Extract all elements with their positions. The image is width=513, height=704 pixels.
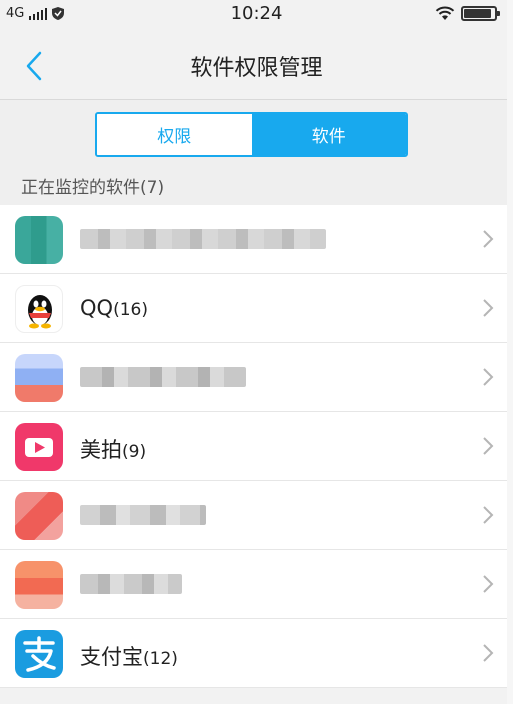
tab-apps[interactable]: 软件 xyxy=(251,114,406,155)
page-title: 软件权限管理 xyxy=(190,56,323,81)
list-item[interactable] xyxy=(0,205,507,274)
app-icon-redacted xyxy=(15,492,63,540)
redacted-app-name xyxy=(80,367,246,387)
back-button[interactable] xyxy=(14,46,54,86)
chevron-right-icon xyxy=(483,299,494,317)
redacted-app-name xyxy=(80,574,182,594)
bottom-area xyxy=(0,688,513,704)
list-item[interactable]: 支付宝(12) xyxy=(0,619,507,688)
app-name: QQ xyxy=(80,296,114,320)
battery-level xyxy=(464,9,491,18)
qq-penguin-icon xyxy=(15,285,63,333)
chevron-right-icon xyxy=(483,368,494,386)
nav-bar: 软件权限管理 xyxy=(0,30,513,100)
section-header: 正在监控的软件(7) xyxy=(21,178,165,198)
scrollbar-track xyxy=(507,0,513,704)
app-icon-redacted xyxy=(15,561,63,609)
chevron-right-icon xyxy=(483,575,494,593)
app-icon-redacted xyxy=(15,354,63,402)
alipay-icon xyxy=(15,630,63,678)
shield-icon xyxy=(52,7,65,20)
redacted-app-name xyxy=(80,505,206,525)
chevron-right-icon xyxy=(483,644,494,662)
list-item[interactable]: QQ(16) xyxy=(0,274,507,343)
chevron-right-icon xyxy=(483,506,494,524)
tab-permissions[interactable]: 权限 xyxy=(97,114,252,155)
network-type: 4G xyxy=(6,6,25,21)
app-icon-redacted xyxy=(15,216,63,264)
app-name: 美拍 xyxy=(80,438,122,462)
redacted-app-name xyxy=(80,229,326,249)
app-list: QQ(16) 美拍(9) 支付宝(12) xyxy=(0,205,507,688)
signal-icon xyxy=(29,7,48,20)
list-item[interactable] xyxy=(0,481,507,550)
chevron-left-icon xyxy=(26,51,42,81)
app-name: 支付宝 xyxy=(80,645,143,669)
meipai-play-icon xyxy=(15,423,63,471)
list-item[interactable]: 美拍(9) xyxy=(0,412,507,481)
permission-count: (16) xyxy=(113,300,148,320)
permission-count: (9) xyxy=(122,442,147,462)
list-item[interactable] xyxy=(0,343,507,412)
status-bar: 4G 10:24 xyxy=(0,0,513,30)
permission-count: (12) xyxy=(143,649,178,669)
chevron-right-icon xyxy=(483,230,494,248)
segmented-control: 权限 软件 xyxy=(95,112,408,157)
wifi-icon xyxy=(435,6,455,20)
chevron-right-icon xyxy=(483,437,494,455)
battery-icon xyxy=(461,6,500,21)
list-item[interactable] xyxy=(0,550,507,619)
